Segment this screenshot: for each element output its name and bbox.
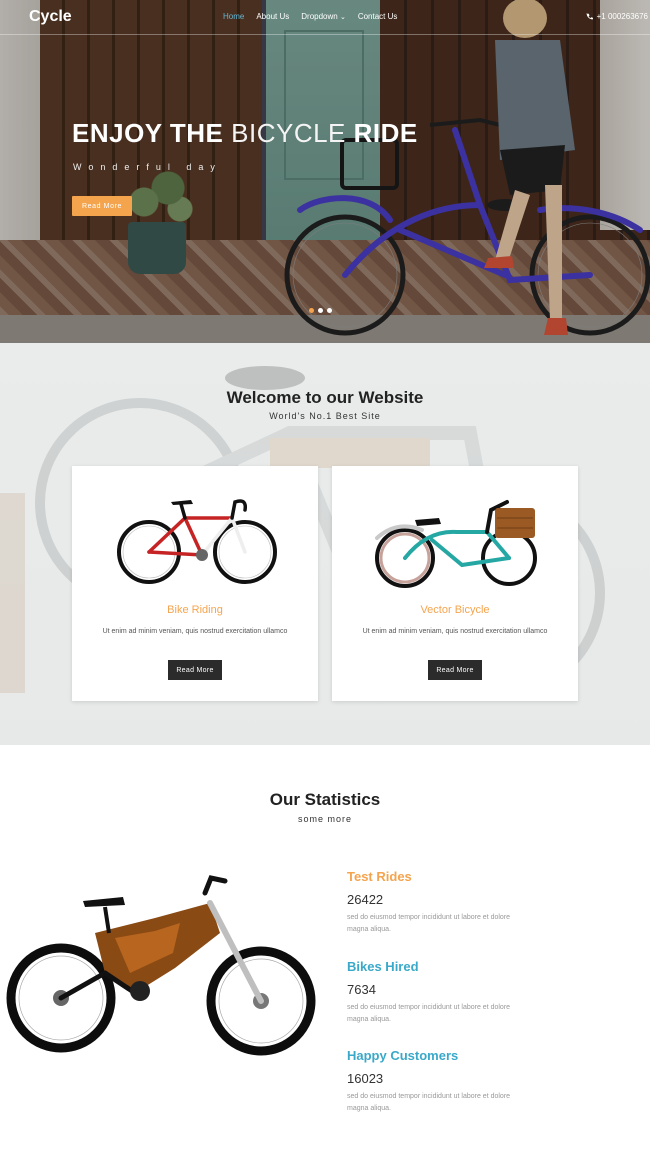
- card-bike-riding: Bike Riding Ut enim ad minim veniam, qui…: [72, 466, 318, 701]
- stat-bikes-hired: Bikes Hired 7634 sed do eiusmod tempor i…: [347, 959, 547, 1026]
- nav-link-home[interactable]: Home: [223, 12, 244, 21]
- slider-dot-2[interactable]: [318, 308, 323, 313]
- vector-bicycle-image: [375, 500, 537, 588]
- stat-value: 16023: [347, 1071, 384, 1086]
- card-title: Vector Bicycle: [420, 604, 490, 616]
- brand-logo[interactable]: Cycle: [29, 8, 72, 26]
- slider-dot-3[interactable]: [327, 308, 332, 313]
- nav-link-dropdown[interactable]: Dropdown ⌄: [301, 12, 346, 21]
- nav-phone[interactable]: +1 000263676: [586, 12, 648, 21]
- hero-title: ENJOY THE BICYCLE RIDE: [72, 118, 418, 149]
- welcome-subtitle: World's No.1 Best Site: [269, 411, 381, 421]
- statistics-section: Our Statistics some more Test Rides 2642…: [0, 745, 650, 1156]
- stat-title: Test Rides: [347, 869, 412, 884]
- stat-description: sed do eiusmod tempor incididunt ut labo…: [347, 1004, 511, 1023]
- slider-dot-1[interactable]: [309, 308, 314, 313]
- nav-link-about-us[interactable]: About Us: [256, 12, 289, 21]
- chevron-down-icon: ⌄: [339, 14, 346, 21]
- road-bike-image: [117, 499, 277, 584]
- nav-link-dropdown-label: Dropdown: [301, 12, 338, 21]
- stat-description: sed do eiusmod tempor incididunt ut labo…: [347, 1093, 511, 1112]
- hero-title-part-2: BICYCLE: [231, 118, 346, 148]
- stat-title: Happy Customers: [347, 1048, 459, 1063]
- stat-test-rides: Test Rides 26422 sed do eiusmod tempor i…: [347, 869, 547, 936]
- nav-links: Home About Us Dropdown ⌄ Contact Us: [223, 12, 397, 21]
- card-text: Ut enim ad minim veniam, quis nostrud ex…: [102, 628, 288, 635]
- slider-dots: [309, 308, 332, 313]
- stat-happy-customers: Happy Customers 16023 sed do eiusmod tem…: [347, 1048, 547, 1115]
- hero-read-more-button[interactable]: Read More: [72, 196, 132, 216]
- stat-description: sed do eiusmod tempor incididunt ut labo…: [347, 914, 511, 933]
- stat-value: 26422: [347, 892, 384, 907]
- statistics-subtitle: some more: [297, 814, 352, 824]
- welcome-title: Welcome to our Website: [226, 388, 424, 407]
- card-read-more-button[interactable]: Read More: [168, 660, 222, 680]
- mountain-bike-image: [6, 875, 316, 1056]
- hero-subtitle: Wonderful day: [73, 162, 222, 172]
- hero-banner: Cycle Home About Us Dropdown ⌄ Contact U…: [0, 0, 650, 343]
- card-title: Bike Riding: [167, 604, 223, 616]
- phone-icon: [586, 13, 593, 20]
- stat-value: 7634: [347, 982, 376, 997]
- hero-title-part-1: ENJOY THE: [72, 118, 224, 148]
- card-text: Ut enim ad minim veniam, quis nostrud ex…: [362, 628, 548, 635]
- card-vector-bicycle: Vector Bicycle Ut enim ad minim veniam, …: [332, 466, 578, 701]
- hero-title-part-3: RIDE: [353, 118, 418, 148]
- top-nav: Cycle Home About Us Dropdown ⌄ Contact U…: [0, 0, 650, 35]
- nav-link-contact-us[interactable]: Contact Us: [358, 12, 398, 21]
- stat-title: Bikes Hired: [347, 959, 419, 974]
- phone-number: +1 000263676: [596, 12, 648, 21]
- card-read-more-button[interactable]: Read More: [428, 660, 482, 680]
- welcome-section: Welcome to our Website World's No.1 Best…: [0, 343, 650, 745]
- statistics-title: Our Statistics: [269, 790, 381, 809]
